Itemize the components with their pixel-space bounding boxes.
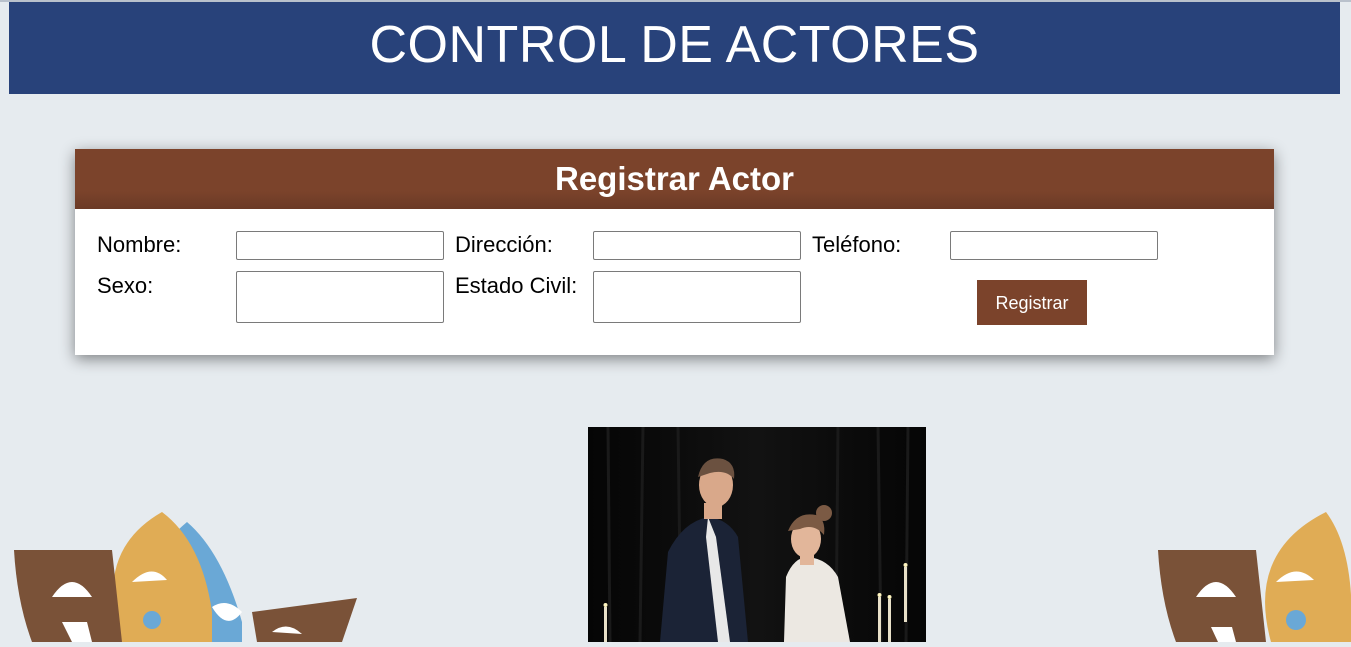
estado-civil-input[interactable] [593,271,801,323]
page-title: CONTROL DE ACTORES [369,16,980,74]
page-header: CONTROL DE ACTORES [9,2,1340,94]
theater-actors-photo [588,427,926,642]
panel-header: Registrar Actor [75,149,1274,209]
telefono-label: Teléfono: [812,232,902,257]
direccion-input[interactable] [593,231,801,260]
theater-masks-icon [12,512,362,647]
registrar-button[interactable]: Registrar [977,280,1087,325]
panel-title: Registrar Actor [554,160,794,197]
estado-civil-label: Estado Civil: [455,273,578,298]
theater-masks-right-icon [1156,512,1351,647]
nombre-input[interactable] [236,231,444,260]
register-actor-panel: Registrar Actor Nombre: Dirección: Teléf… [75,149,1274,355]
direccion-label: Dirección: [455,232,553,257]
sexo-label: Sexo: [97,273,154,298]
sexo-input[interactable] [236,271,444,323]
nombre-label: Nombre: [97,232,182,257]
telefono-input[interactable] [950,231,1158,260]
